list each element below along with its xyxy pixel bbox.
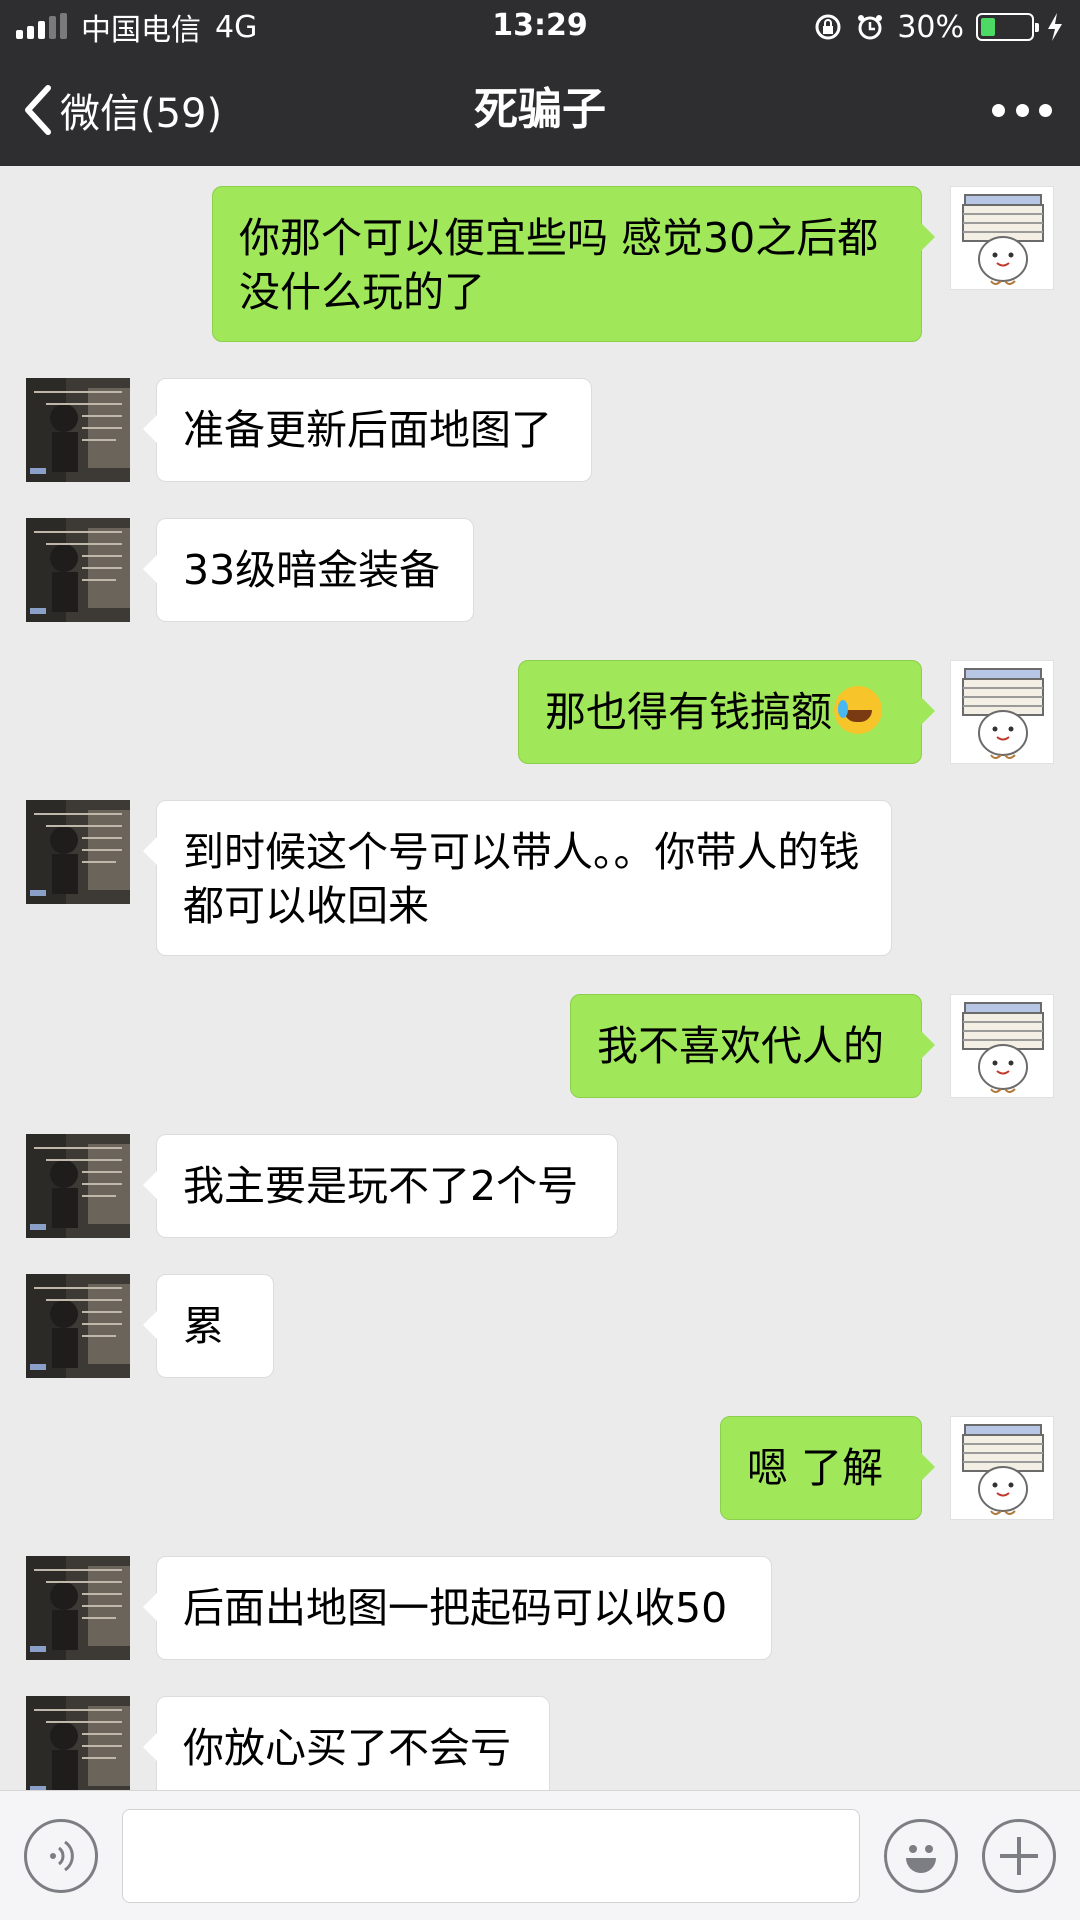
voice-button[interactable] <box>24 1819 98 1893</box>
message-bubble-other[interactable]: 我主要是玩不了2个号 <box>143 1134 618 1238</box>
contact-avatar[interactable] <box>26 800 130 904</box>
emoji-icon <box>906 1845 936 1873</box>
book-stack-avatar-icon <box>962 1002 1044 1093</box>
message-text: 后面出地图一把起码可以收50 <box>183 1584 728 1632</box>
message-text: 准备更新后面地图了 <box>183 406 552 454</box>
contact-avatar[interactable] <box>26 378 130 482</box>
contact-avatar[interactable] <box>26 1696 130 1790</box>
message-text: 我主要是玩不了2个号 <box>183 1162 579 1210</box>
message-text: 你那个可以便宜些吗 感觉30之后都没什么玩的了 <box>239 214 879 316</box>
voice-icon <box>50 1840 74 1872</box>
message-input[interactable] <box>122 1809 860 1903</box>
self-avatar[interactable] <box>950 1416 1054 1520</box>
photo-avatar-icon <box>26 1696 130 1790</box>
message-bubble-other[interactable]: 累 <box>143 1274 274 1378</box>
plus-icon <box>1000 1837 1038 1875</box>
message-bubble-other[interactable]: 到时候这个号可以带人。。你带人的钱都可以收回来 <box>143 800 892 956</box>
status-right: 30% <box>813 8 1064 46</box>
message-bubble-other[interactable]: 准备更新后面地图了 <box>143 378 592 482</box>
message-text: 33级暗金装备 <box>183 546 441 594</box>
message-bubble-other[interactable]: 后面出地图一把起码可以收50 <box>143 1556 772 1660</box>
plus-button[interactable] <box>982 1819 1056 1893</box>
message-text: 那也得有钱搞额 <box>545 688 832 736</box>
chat-title: 死骗子 <box>474 84 606 135</box>
message-bubble-self[interactable]: 你那个可以便宜些吗 感觉30之后都没什么玩的了 <box>212 186 935 342</box>
message-bubble-self[interactable]: 嗯 了解 <box>720 1416 935 1520</box>
contact-avatar[interactable] <box>26 1556 130 1660</box>
chat-area[interactable]: 你那个可以便宜些吗 感觉30之后都没什么玩的了 准备更新后面地图了 33级暗金装… <box>0 166 1080 1790</box>
book-stack-avatar-icon <box>962 1424 1044 1515</box>
message-text: 嗯 了解 <box>747 1444 884 1492</box>
contact-avatar[interactable] <box>26 518 130 622</box>
message-text: 你放心买了不会亏 <box>183 1724 511 1772</box>
nav-bar: 微信(59) 死骗子 <box>0 54 1080 166</box>
contact-avatar[interactable] <box>26 1274 130 1378</box>
contact-avatar[interactable] <box>26 1134 130 1238</box>
photo-avatar-icon <box>26 1274 130 1378</box>
battery-percent: 30% <box>897 9 964 45</box>
message-bubble-other[interactable]: 33级暗金装备 <box>143 518 474 622</box>
input-bar <box>0 1790 1080 1920</box>
charging-icon <box>1048 13 1062 41</box>
photo-avatar-icon <box>26 800 130 904</box>
self-avatar[interactable] <box>950 660 1054 764</box>
photo-avatar-icon <box>26 378 130 482</box>
self-avatar[interactable] <box>950 994 1054 1098</box>
crying-laughing-emoji <box>834 686 882 734</box>
battery-level <box>981 18 996 36</box>
emoji-button[interactable] <box>884 1819 958 1893</box>
book-stack-avatar-icon <box>962 668 1044 759</box>
status-bar: 中国电信 4G 13:29 30% <box>0 0 1080 54</box>
rotation-lock-icon <box>815 14 841 40</box>
message-bubble-self[interactable]: 那也得有钱搞额 <box>518 660 935 764</box>
message-bubble-other[interactable]: 你放心买了不会亏 <box>143 1696 550 1790</box>
photo-avatar-icon <box>26 518 130 622</box>
battery-icon <box>976 13 1039 41</box>
more-dots-icon[interactable] <box>992 94 1052 126</box>
message-text: 累 <box>183 1302 224 1350</box>
message-bubble-self[interactable]: 我不喜欢代人的 <box>570 994 935 1098</box>
photo-avatar-icon <box>26 1134 130 1238</box>
photo-avatar-icon <box>26 1556 130 1660</box>
self-avatar[interactable] <box>950 186 1054 290</box>
book-stack-avatar-icon <box>962 194 1044 285</box>
message-text: 到时候这个号可以带人。。你带人的钱都可以收回来 <box>183 828 860 930</box>
message-text: 我不喜欢代人的 <box>597 1022 884 1070</box>
alarm-icon <box>858 15 883 40</box>
